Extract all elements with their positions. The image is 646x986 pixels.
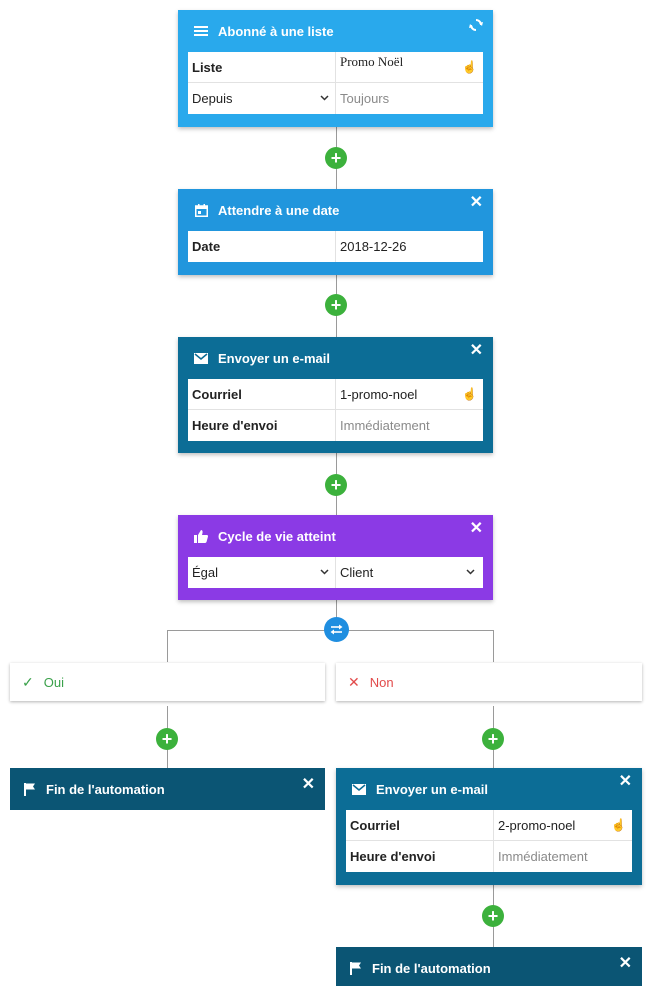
close-icon[interactable]: ✕ [470,195,483,211]
add-step-button[interactable]: + [325,294,347,316]
row-value: Toujours [340,91,390,106]
close-icon[interactable]: ✕ [619,953,632,973]
table-row: Courriel 1-promo-noel ☝ [188,379,483,410]
row-value: 2-promo-noel [498,817,576,833]
flag-icon [350,961,362,975]
chevron-down-icon [466,567,475,578]
card-title: Fin de l'automation [372,960,491,976]
row-value: Promo Noël [340,54,404,69]
refresh-icon[interactable] [469,18,483,36]
trigger-subscribed-card[interactable]: Abonné à une liste Liste Promo Noël ☝ De… [178,10,493,127]
table-row: Heure d'envoi Immédiatement [346,841,632,872]
lifecycle-reached-card[interactable]: Cycle de vie atteint ✕ Égal Client [178,515,493,600]
split-icon[interactable] [324,617,349,642]
close-icon[interactable]: ✕ [470,521,483,537]
pointer-hand-icon: ☝ [462,387,477,401]
row-label: Heure d'envoi [188,410,336,441]
chevron-down-icon [320,567,329,578]
close-icon[interactable]: ✕ [470,343,483,359]
end-automation-card[interactable]: Fin de l'automation ✕ [336,947,642,986]
branch-label: Oui [43,674,64,690]
table-row: Courriel 2-promo-noel ☝ [346,810,632,841]
branch-label: Non [369,674,394,690]
table-row: Heure d'envoi Immédiatement [188,410,483,441]
send-time-value[interactable]: Immédiatement [494,841,632,872]
since-select[interactable]: Depuis [188,83,336,114]
row-label: Date [188,231,336,262]
wait-until-date-card[interactable]: Attendre à une date ✕ Date 2018-12-26 [178,189,493,275]
add-step-button[interactable]: + [325,474,347,496]
connector-line [167,630,168,662]
table-row: Depuis Toujours [188,83,483,114]
add-step-button[interactable]: + [325,147,347,169]
pointer-hand-icon: ☝ [462,60,477,74]
card-title: Attendre à une date [218,202,340,218]
row-label: Liste [188,52,336,82]
branch-yes[interactable]: ✓ Oui [10,663,325,701]
calendar-icon [190,203,212,217]
card-title: Cycle de vie atteint [218,528,336,544]
pointer-hand-icon: ☝ [611,818,626,832]
row-label: Courriel [346,810,494,840]
email-select[interactable]: 1-promo-noel ☝ [336,379,483,409]
send-time-value[interactable]: Immédiatement [336,410,483,441]
thumbs-up-icon [190,529,212,543]
add-step-button[interactable]: + [482,905,504,927]
table-row: Liste Promo Noël ☝ [188,52,483,83]
operator-select[interactable]: Égal [188,557,336,588]
envelope-icon [348,783,370,795]
card-table: Égal Client [188,557,483,588]
close-icon[interactable]: ✕ [302,774,315,794]
flag-icon [24,782,36,796]
card-title: Fin de l'automation [46,781,165,797]
send-email-card[interactable]: Envoyer un e-mail ✕ Courriel 2-promo-noe… [336,768,642,885]
lifecycle-select[interactable]: Client [336,557,483,588]
row-value: 1-promo-noel [340,386,418,402]
add-step-button[interactable]: + [482,728,504,750]
check-icon: ✓ [22,673,34,690]
card-table: Date 2018-12-26 [188,231,483,262]
row-label: Heure d'envoi [346,841,494,872]
date-field[interactable]: 2018-12-26 [336,231,483,262]
card-table: Courriel 1-promo-noel ☝ Heure d'envoi Im… [188,379,483,441]
row-value: Client [340,565,374,580]
branch-no[interactable]: ✕ Non [336,663,642,701]
envelope-icon [190,352,212,364]
cross-icon: ✕ [348,673,360,690]
card-table: Courriel 2-promo-noel ☝ Heure d'envoi Im… [346,810,632,872]
card-title: Envoyer un e-mail [218,350,330,366]
chevron-down-icon [320,93,329,104]
list-icon [190,25,212,37]
send-email-card[interactable]: Envoyer un e-mail ✕ Courriel 1-promo-noe… [178,337,493,453]
email-select[interactable]: 2-promo-noel ☝ [494,810,632,840]
end-automation-card[interactable]: Fin de l'automation ✕ [10,768,325,810]
card-title: Abonné à une liste [218,23,334,39]
row-label: Égal [192,565,219,580]
close-icon[interactable]: ✕ [619,774,632,790]
add-step-button[interactable]: + [156,728,178,750]
connector-line [493,630,494,662]
table-row: Date 2018-12-26 [188,231,483,262]
card-title: Envoyer un e-mail [376,781,488,797]
row-label: Depuis [192,91,233,106]
list-select[interactable]: Promo Noël ☝ [336,52,483,82]
row-label: Courriel [188,379,336,409]
card-table: Liste Promo Noël ☝ Depuis Toujours [188,52,483,114]
table-row: Égal Client [188,557,483,588]
